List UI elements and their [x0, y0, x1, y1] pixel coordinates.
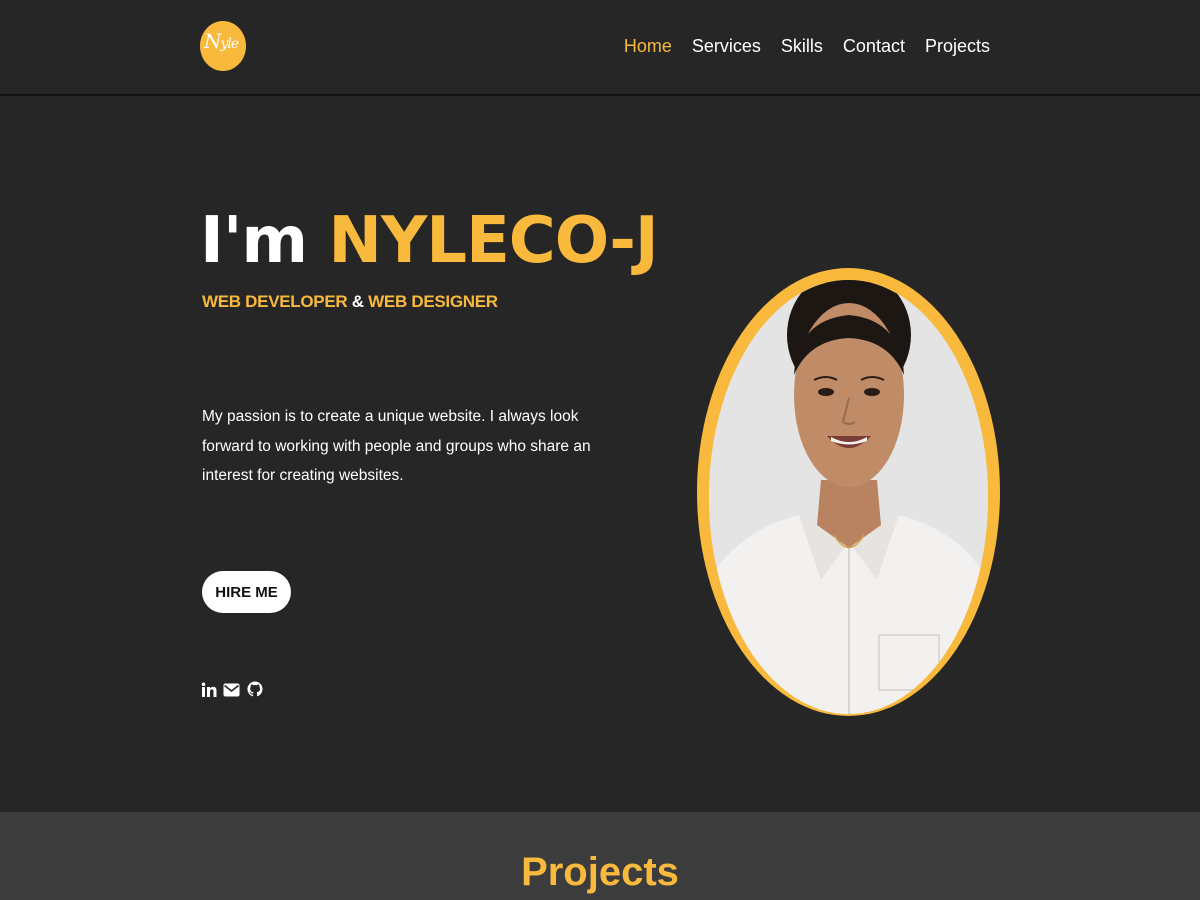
linkedin-icon[interactable]: [200, 680, 217, 699]
profile-photo: [709, 280, 988, 714]
github-icon[interactable]: [246, 680, 263, 699]
hire-me-button[interactable]: HIRE ME: [202, 571, 291, 613]
nav-contact[interactable]: Contact: [843, 36, 905, 57]
projects-section: Projects: [0, 812, 1200, 900]
role-web-designer: WEB DESIGNER: [368, 292, 498, 311]
site-header: Nyle Home Services Skills Contact Projec…: [0, 0, 1200, 96]
projects-title: Projects: [521, 850, 679, 894]
role-ampersand: &: [347, 292, 369, 311]
hero-name: NYLECO-J: [328, 204, 658, 278]
hero-title: I'm NYLECO-J: [200, 196, 659, 286]
main-nav: Home Services Skills Contact Projects: [624, 36, 990, 57]
logo-initial: N: [204, 29, 221, 53]
nav-skills[interactable]: Skills: [781, 36, 823, 57]
nav-services[interactable]: Services: [692, 36, 761, 57]
nav-projects[interactable]: Projects: [925, 36, 990, 57]
social-links: [200, 680, 263, 699]
hero-prefix: I'm: [200, 204, 329, 278]
role-web-developer: WEB DEVELOPER: [202, 292, 348, 311]
profile-portrait: [697, 268, 1000, 716]
hero-subtitle: WEB DEVELOPER & WEB DESIGNER: [202, 292, 498, 312]
logo[interactable]: Nyle: [200, 21, 252, 73]
logo-rest: yle: [220, 36, 240, 52]
mail-icon[interactable]: [223, 680, 240, 699]
logo-text: Nyle: [204, 29, 240, 53]
hero-description: My passion is to create a unique website…: [202, 408, 591, 484]
nav-home[interactable]: Home: [624, 36, 672, 57]
